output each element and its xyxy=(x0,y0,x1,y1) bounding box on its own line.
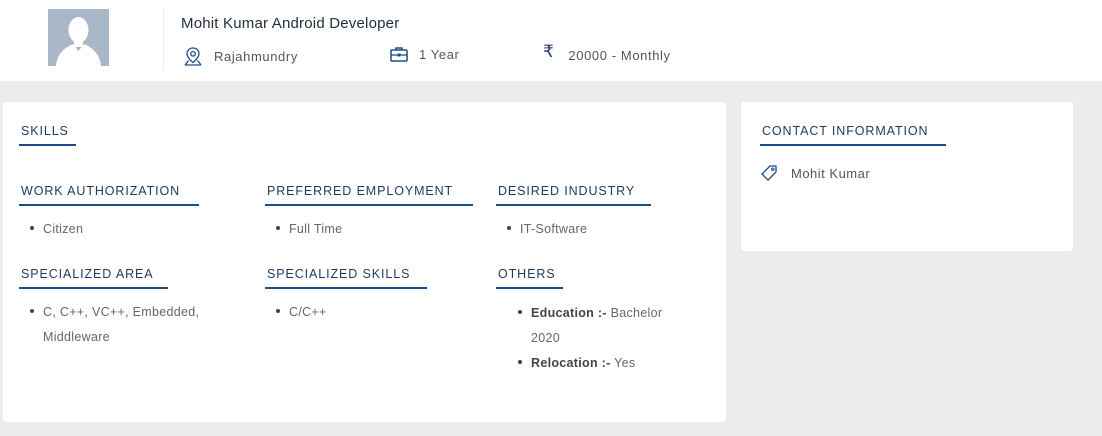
work-authorization-heading: WORK AUTHORIZATION xyxy=(19,184,199,206)
profile-name: Mohit Kumar Android Developer xyxy=(181,15,400,32)
salary-text: 20000 - Monthly xyxy=(568,47,671,63)
heading-underline xyxy=(496,287,563,289)
heading-underline xyxy=(496,204,651,206)
heading-underline xyxy=(265,204,473,206)
others-heading: OTHERS xyxy=(496,267,563,289)
list-item: C, C++, VC++, Embedded, Middleware xyxy=(30,300,199,350)
tag-icon xyxy=(761,165,777,181)
contact-information-heading: CONTACT INFORMATION xyxy=(760,124,946,146)
heading-underline xyxy=(760,144,946,146)
list-item: C/C++ xyxy=(276,300,327,325)
experience-text: 1 Year xyxy=(419,46,460,62)
briefcase-icon xyxy=(390,47,408,62)
header-divider xyxy=(163,7,164,71)
heading-underline xyxy=(19,204,199,206)
heading-underline xyxy=(19,144,76,146)
desired-industry-heading: DESIRED INDUSTRY xyxy=(496,184,651,206)
avatar xyxy=(48,9,109,66)
experience-meta: 1 Year xyxy=(389,45,459,63)
salary-meta: ₹ 20000 - Monthly xyxy=(543,42,671,65)
preferred-employment-heading: PREFERRED EMPLOYMENT xyxy=(265,184,473,206)
list-item: Education :- Bachelor 2020 xyxy=(518,301,662,351)
heading-underline xyxy=(265,287,427,289)
list-item: Full Time xyxy=(276,217,342,242)
heading-underline xyxy=(19,287,168,289)
specialized-skills-heading: SPECIALIZED SKILLS xyxy=(265,267,427,289)
contact-name: Mohit Kumar xyxy=(791,165,871,181)
list-item: Relocation :- Yes xyxy=(518,351,635,376)
location-meta: Rajahmundry xyxy=(182,45,298,67)
list-item: Citizen xyxy=(30,217,83,242)
skills-heading: SKILLS xyxy=(19,124,76,146)
avatar-silhouette-icon xyxy=(48,9,109,66)
rupee-icon: ₹ xyxy=(543,42,555,61)
location-pin-icon xyxy=(184,47,202,66)
specialized-area-heading: SPECIALIZED AREA xyxy=(19,267,168,289)
list-item: IT-Software xyxy=(507,217,587,242)
contact-name-item: Mohit Kumar xyxy=(760,164,870,182)
location-text: Rajahmundry xyxy=(214,48,298,64)
profile-header: Mohit Kumar Android Developer Rajahmundr… xyxy=(0,0,1102,81)
